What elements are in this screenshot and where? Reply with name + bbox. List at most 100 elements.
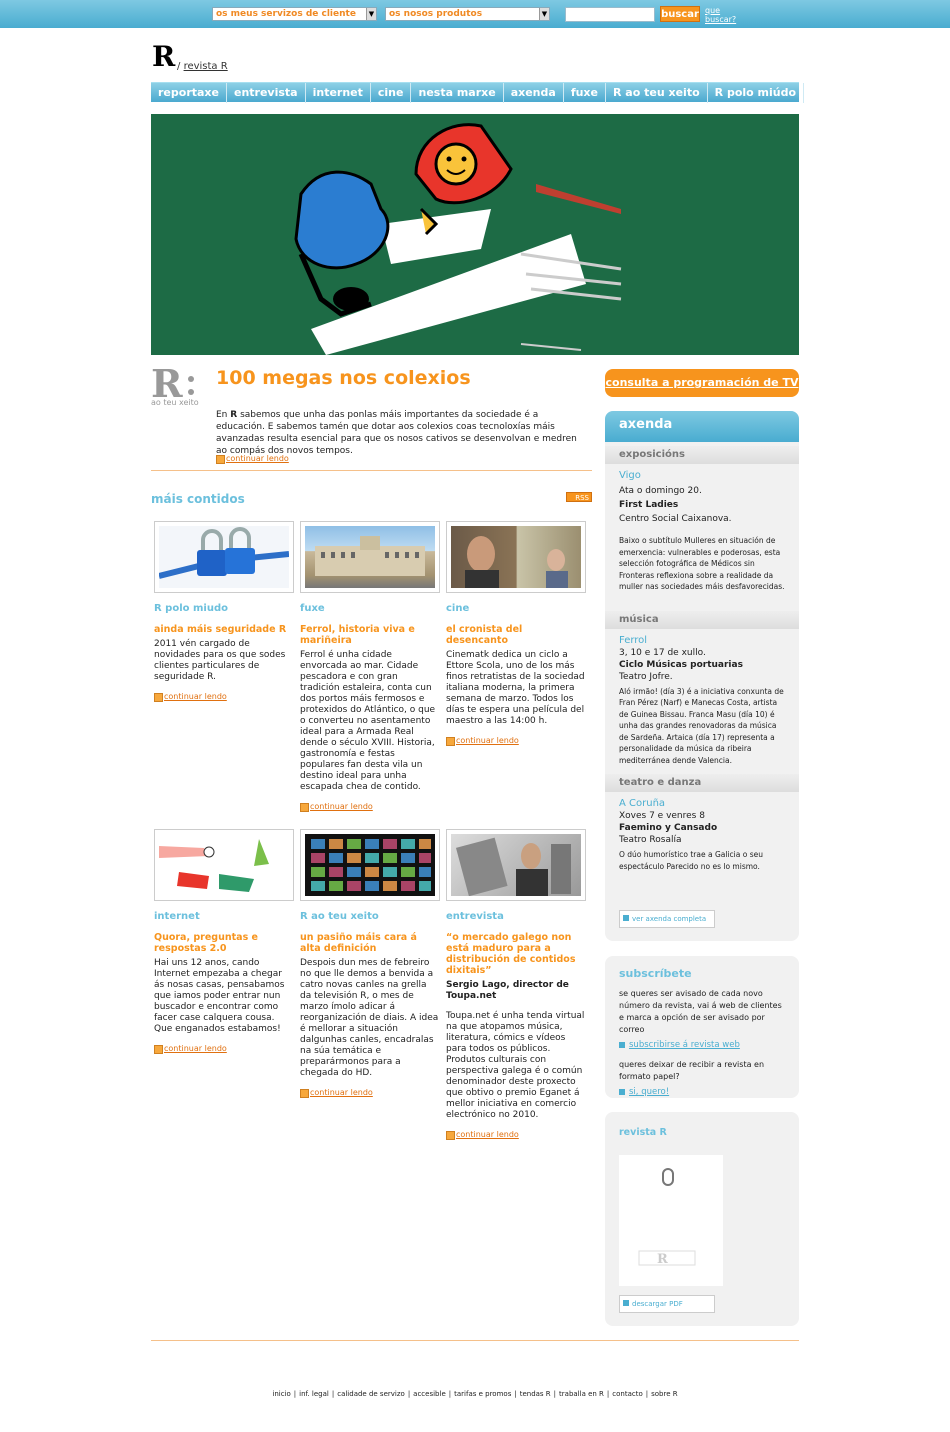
brand-logo[interactable]: R	[152, 43, 175, 71]
nav-reportaxe[interactable]: reportaxe	[151, 83, 227, 103]
search-button[interactable]: buscar	[660, 6, 700, 22]
building-image	[315, 536, 425, 576]
card-body: Cinematk dedica un ciclo a Ettore Scola,…	[446, 650, 585, 726]
card-image[interactable]	[154, 829, 294, 901]
magazine-cover[interactable]: R	[619, 1155, 723, 1286]
card-cine: cine el cronista del desencanto Cinematk…	[446, 521, 586, 747]
footer-link-rates[interactable]: tarifas e promos	[451, 1390, 514, 1398]
magazine-panel: revista R R descargar PDF	[605, 1112, 799, 1326]
products-select[interactable]: os nosos produtos ▼	[385, 7, 550, 21]
hero-art	[294, 123, 622, 355]
agenda-city[interactable]: A Coruña	[619, 798, 785, 810]
card-continue-link[interactable]: continuar lendo	[300, 1088, 373, 1098]
footer-link-about[interactable]: sobre R	[648, 1390, 681, 1398]
top-bar: os meus servizos de cliente ▼ os nosos pr…	[0, 0, 950, 28]
agenda-city[interactable]: Ferrol	[619, 635, 785, 647]
card-section[interactable]: R polo miudo	[154, 603, 294, 614]
hero-illustration[interactable]	[151, 114, 799, 355]
card-title[interactable]: Quora, preguntas e respostas 2.0	[154, 932, 294, 954]
agenda-desc: O dúo humorístico trae a Galicia o seu e…	[619, 850, 763, 871]
rss-link[interactable]: RSS	[566, 492, 592, 502]
card-continue-link[interactable]: continuar lendo	[300, 802, 373, 812]
featured-text: En R sabemos que unha das ponlas máis im…	[216, 409, 588, 457]
footer-link-accessible[interactable]: accesible	[410, 1390, 449, 1398]
nav-ao-teu-xeito[interactable]: R ao teu xeito	[606, 83, 708, 103]
card-section[interactable]: entrevista	[446, 911, 586, 922]
agenda-city[interactable]: Vigo	[619, 470, 785, 482]
card-body: Despois dun mes de febreiro no que lle d…	[300, 958, 439, 1078]
card-title[interactable]: ainda máis seguridade R	[154, 624, 294, 635]
nav-axenda[interactable]: axenda	[504, 83, 564, 103]
card-title[interactable]: “o mercado galego non está maduro para a…	[446, 932, 586, 976]
unsubscribe-paper-link[interactable]: si, quero!	[619, 1087, 669, 1097]
card-image[interactable]	[300, 829, 440, 901]
download-pdf-button[interactable]: descargar PDF	[619, 1295, 715, 1313]
tv-schedule-button[interactable]: consulta a programación de TV	[605, 369, 799, 397]
magazine-cover-art: R	[638, 1168, 696, 1267]
card-body: Ferrol é unha cidade envorcada ao mar. C…	[300, 650, 436, 792]
card-continue-link[interactable]: continuar lendo	[154, 1044, 227, 1054]
tv-grid-image	[311, 839, 431, 891]
agenda-desc: Aló irmão! (día 3) é a iniciativa conxun…	[619, 686, 784, 765]
footer-link-stores[interactable]: tendas R	[517, 1390, 554, 1398]
chevron-down-icon: ▼	[366, 8, 376, 20]
subscribe-text: se queres ser avisado de cada novo númer…	[619, 989, 782, 1034]
agenda-panel: axenda exposicións Vigo Ata o domingo 20…	[605, 411, 799, 941]
nav-internet[interactable]: internet	[306, 83, 371, 103]
search-input[interactable]	[565, 7, 655, 22]
breadcrumb-separator: /	[177, 61, 181, 72]
card-title[interactable]: el cronista del desencanto	[446, 624, 586, 646]
card-continue-link[interactable]: continuar lendo	[154, 692, 227, 702]
footer-link-legal[interactable]: inf. legal	[296, 1390, 332, 1398]
breadcrumb-link[interactable]: revista R	[184, 61, 228, 72]
card-image[interactable]	[446, 829, 586, 901]
main-nav: reportaxe entrevista internet cine nesta…	[151, 82, 805, 103]
featured-continue-link[interactable]: continuar lendo	[216, 454, 289, 464]
agenda-date: Xoves 7 e venres 8	[619, 811, 705, 821]
svg-text:R: R	[657, 1252, 668, 1267]
agenda-venue: Teatro Rosalía	[619, 835, 682, 845]
nav-nesta-marxe[interactable]: nesta marxe	[411, 83, 504, 103]
card-continue-link[interactable]: continuar lendo	[446, 1130, 519, 1140]
agenda-desc: Baixo o subtítulo Mulleres en situación …	[619, 536, 785, 591]
card-image[interactable]	[446, 521, 586, 593]
footer-link-jobs[interactable]: traballa en R	[556, 1390, 607, 1398]
subscribe-link[interactable]: subscribirse á revista web	[619, 1040, 740, 1050]
agenda-event: Faemino y Cansado	[619, 823, 718, 833]
card-image[interactable]	[300, 521, 440, 593]
featured-title[interactable]: 100 megas nos colexios	[216, 367, 471, 389]
nav-entrevista[interactable]: entrevista	[227, 83, 306, 103]
card-section[interactable]: fuxe	[300, 603, 440, 614]
footer-link-quality[interactable]: calidade de servizo	[334, 1390, 408, 1398]
client-services-select[interactable]: os meus servizos de cliente ▼	[212, 7, 377, 21]
chevron-down-icon: ▼	[539, 8, 549, 20]
search-help-link[interactable]: que buscar?	[705, 6, 737, 24]
card-internet: internet Quora, preguntas e respostas 2.…	[154, 829, 294, 1055]
subscribe-panel: subscríbete se queres ser avisado de cad…	[605, 956, 799, 1098]
padlock-image	[159, 527, 289, 579]
featured-text-post: sabemos que unha das ponlas máis importa…	[216, 410, 577, 456]
card-section[interactable]: R ao teu xeito	[300, 911, 440, 922]
card-title[interactable]: un pasiño máis cara á alta definición	[300, 932, 440, 954]
agenda-section: música	[605, 610, 799, 629]
full-agenda-button[interactable]: ver axenda completa	[619, 910, 715, 928]
breadcrumb: / revista R	[177, 61, 228, 72]
agenda-item: A Coruña Xoves 7 e venres 8 Faemino y Ca…	[605, 792, 799, 876]
rss-label: RSS	[575, 494, 589, 502]
footer-link-inicio[interactable]: inicio	[269, 1390, 293, 1398]
footer-link-contact[interactable]: contacto	[609, 1390, 645, 1398]
agenda-item: Ferrol 3, 10 e 17 de xullo. Ciclo Música…	[605, 629, 799, 771]
nav-polo-miudo[interactable]: R polo miúdo	[708, 83, 805, 103]
card-continue-link[interactable]: continuar lendo	[446, 736, 519, 746]
card-section[interactable]: internet	[154, 911, 294, 922]
agenda-date: Ata o domingo 20.	[619, 486, 702, 496]
card-image[interactable]	[154, 521, 294, 593]
film-still-image	[465, 536, 568, 588]
card-title[interactable]: Ferrol, historia viva e mariñeira	[300, 624, 440, 646]
agenda-section: teatro e danza	[605, 774, 799, 792]
more-content-heading: máis contidos	[151, 492, 245, 506]
nav-cine[interactable]: cine	[371, 83, 412, 103]
card-section[interactable]: cine	[446, 603, 586, 614]
nav-fuxe[interactable]: fuxe	[564, 83, 606, 103]
card-fuxe: fuxe Ferrol, historia viva e mariñeira F…	[300, 521, 440, 813]
